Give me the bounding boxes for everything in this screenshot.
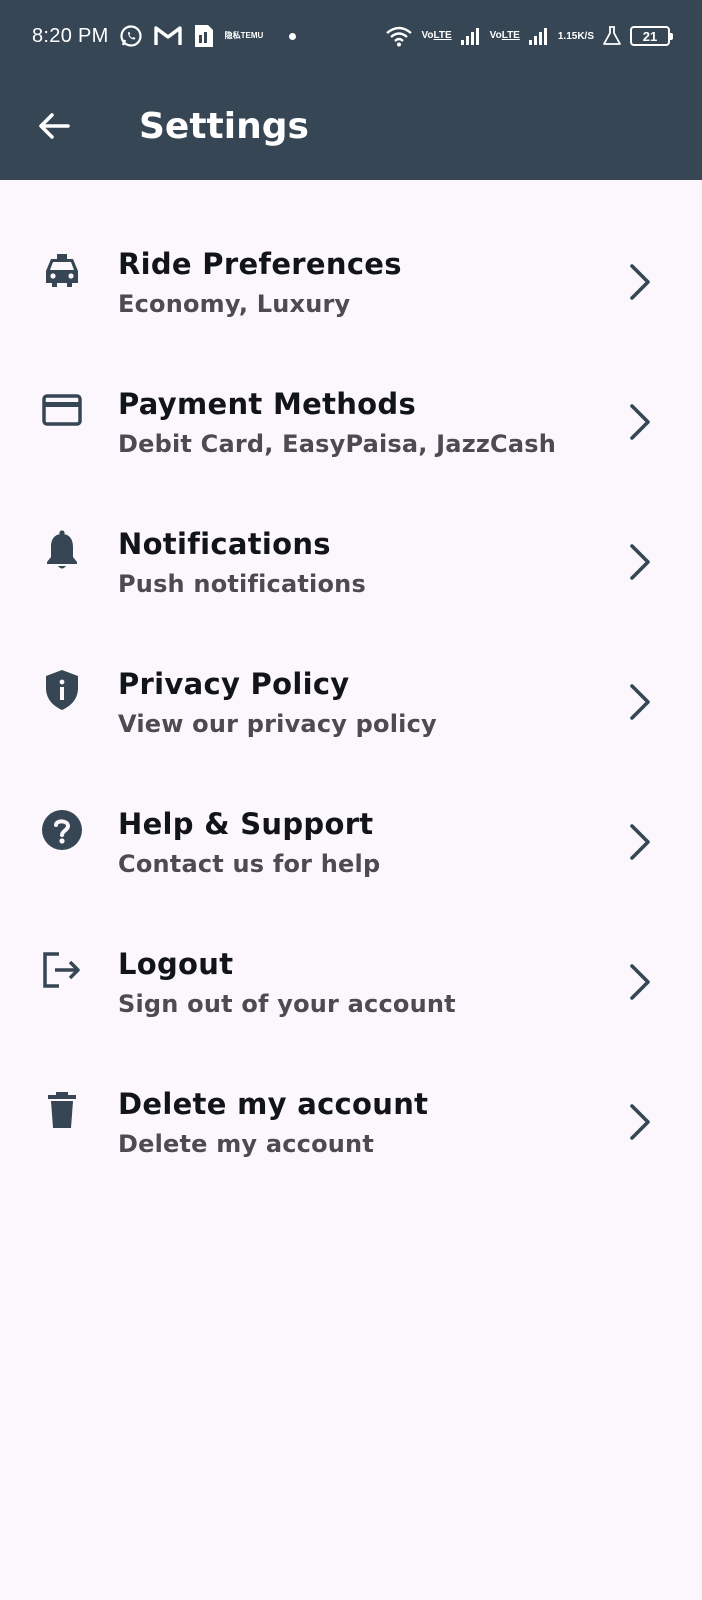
settings-item-title: Help & Support bbox=[118, 807, 374, 841]
whatsapp-icon bbox=[119, 24, 143, 48]
bell-icon bbox=[40, 528, 84, 572]
chevron-right-icon bbox=[620, 400, 660, 444]
settings-item-title: Delete my account bbox=[118, 1087, 429, 1121]
wifi-icon bbox=[385, 25, 413, 47]
temu-icon: 隐私 TEMU bbox=[225, 32, 264, 40]
status-time: 8:20 PM bbox=[32, 24, 109, 47]
gmail-icon bbox=[153, 24, 183, 48]
chevron-right-icon bbox=[620, 260, 660, 304]
trash-icon bbox=[40, 1088, 84, 1132]
chevron-right-icon bbox=[620, 680, 660, 724]
arrow-left-icon bbox=[39, 113, 70, 139]
settings-item-text: Payment Methods Debit Card, EasyPaisa, J… bbox=[118, 386, 556, 460]
settings-item-subtitle: Push notifications bbox=[118, 570, 366, 598]
temu-label-top: 隐私 bbox=[224, 31, 241, 40]
settings-item-title: Notifications bbox=[118, 527, 331, 561]
settings-item-subtitle: Debit Card, EasyPaisa, JazzCash bbox=[118, 430, 557, 458]
signal-icon bbox=[528, 26, 550, 46]
shield-info-icon bbox=[40, 668, 84, 712]
settings-item-title: Ride Preferences bbox=[118, 247, 402, 281]
battery-level: 21 bbox=[642, 28, 658, 44]
settings-item-text: Help & Support Contact us for help bbox=[118, 806, 380, 880]
speed-unit: K/S bbox=[577, 30, 594, 42]
settings-item-subtitle: View our privacy policy bbox=[118, 710, 437, 738]
settings-item-subtitle: Delete my account bbox=[118, 1130, 374, 1158]
settings-item-delete-account[interactable]: Delete my account Delete my account bbox=[0, 1060, 702, 1200]
settings-item-text: Notifications Push notifications bbox=[118, 526, 366, 600]
settings-item-logout[interactable]: Logout Sign out of your account bbox=[0, 920, 702, 1060]
flask-icon bbox=[602, 25, 622, 47]
network-speed: 1.15 K/S bbox=[558, 31, 594, 42]
notification-dot bbox=[289, 32, 297, 40]
settings-item-text: Delete my account Delete my account bbox=[118, 1086, 428, 1160]
status-bar-left: 8:20 PM 隐私 TEMU bbox=[32, 23, 297, 49]
settings-item-ride-preferences[interactable]: Ride Preferences Economy, Luxury bbox=[0, 220, 702, 360]
status-bar: 8:20 PM 隐私 TEMU Vo LTE Vo LTE 1.15 K/S 2… bbox=[0, 0, 702, 72]
app-bar: Settings bbox=[0, 72, 702, 180]
settings-item-text: Ride Preferences Economy, Luxury bbox=[118, 246, 402, 320]
speed-value: 1.15 bbox=[557, 30, 578, 42]
status-bar-right: Vo LTE Vo LTE 1.15 K/S 21 bbox=[385, 25, 673, 47]
logout-icon bbox=[40, 948, 84, 992]
settings-item-subtitle: Economy, Luxury bbox=[118, 290, 351, 318]
volte-2-top: Vo bbox=[489, 30, 502, 41]
settings-item-payment-methods[interactable]: Payment Methods Debit Card, EasyPaisa, J… bbox=[0, 360, 702, 500]
settings-item-text: Privacy Policy View our privacy policy bbox=[118, 666, 437, 740]
settings-item-subtitle: Sign out of your account bbox=[118, 990, 456, 1018]
sim-icon bbox=[193, 23, 215, 49]
settings-item-subtitle: Contact us for help bbox=[118, 850, 381, 878]
volte-2-bottom: LTE bbox=[501, 30, 520, 41]
chevron-right-icon bbox=[620, 1100, 660, 1144]
chevron-right-icon bbox=[620, 540, 660, 584]
chevron-right-icon bbox=[620, 820, 660, 864]
page-title: Settings bbox=[139, 105, 309, 147]
settings-item-help-support[interactable]: Help & Support Contact us for help bbox=[0, 780, 702, 920]
temu-label-bottom: TEMU bbox=[240, 31, 264, 40]
help-circle-icon bbox=[40, 808, 84, 852]
settings-item-title: Payment Methods bbox=[118, 387, 417, 421]
settings-item-text: Logout Sign out of your account bbox=[118, 946, 456, 1020]
battery-icon: 21 bbox=[630, 26, 673, 46]
volte-2-icon: Vo LTE bbox=[490, 31, 520, 41]
volte-1-icon: Vo LTE bbox=[421, 31, 451, 41]
back-button[interactable] bbox=[22, 94, 86, 158]
settings-list: Ride Preferences Economy, Luxury Payment… bbox=[0, 220, 702, 1200]
signal-icon bbox=[460, 26, 482, 46]
volte-1-bottom: LTE bbox=[433, 30, 452, 41]
settings-item-title: Privacy Policy bbox=[118, 667, 350, 701]
settings-item-notifications[interactable]: Notifications Push notifications bbox=[0, 500, 702, 640]
credit-card-icon bbox=[40, 388, 84, 432]
settings-item-privacy-policy[interactable]: Privacy Policy View our privacy policy bbox=[0, 640, 702, 780]
settings-item-title: Logout bbox=[118, 947, 234, 981]
taxi-icon bbox=[40, 248, 84, 292]
chevron-right-icon bbox=[620, 960, 660, 1004]
volte-1-top: Vo bbox=[421, 30, 434, 41]
